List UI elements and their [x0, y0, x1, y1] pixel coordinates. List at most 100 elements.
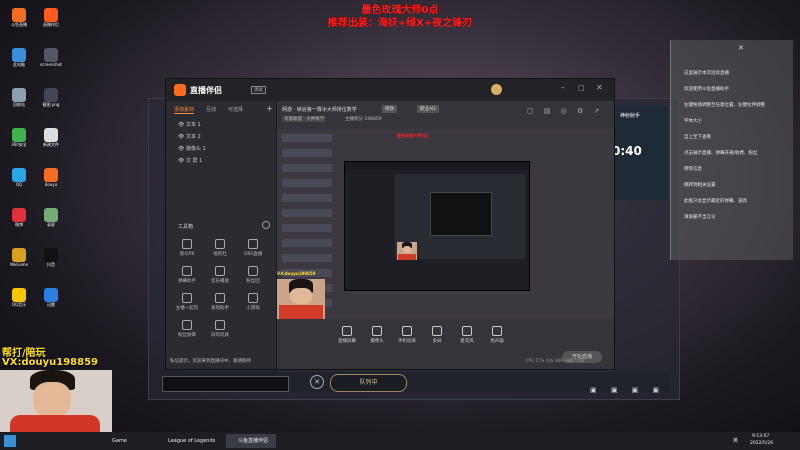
bottom-tool[interactable]: 手机投屏: [392, 326, 422, 344]
desktop-icon-label: 360安全: [11, 142, 27, 147]
version-tag: 测试: [251, 86, 266, 94]
tip-line: 请屏蔽不当言论: [684, 215, 716, 220]
title-bar: 直播伴侣 测试 – □ ✕: [166, 79, 614, 101]
stream-companion-window: 直播伴侣 测试 – □ ✕ 添加素材 互动 可选择 + 👁 文本 1 👁 文本 …: [165, 78, 615, 370]
tip-line: 这里展示本次连续直播: [684, 71, 729, 76]
desktop-icon[interactable]: 新建文件: [34, 128, 68, 147]
bottom-tool-label: 手机投屏: [398, 339, 416, 344]
maximize-icon[interactable]: □: [578, 84, 585, 92]
ime-indicator[interactable]: 英: [733, 437, 738, 444]
queue-cancel-icon[interactable]: ✕: [310, 375, 324, 389]
desktop-icon-label: QQ: [15, 182, 23, 187]
tool-label: OBS直播: [243, 252, 263, 257]
tip-line: 点击展示直播、弹幕开通/收费、粉丝: [684, 151, 758, 156]
bottom-tool[interactable]: 扬声器: [482, 326, 512, 344]
clock-date[interactable]: 2022/5/26: [750, 441, 773, 446]
app-logo-icon: [174, 84, 186, 96]
game-icons[interactable]: ▣ ▣ ▣ ▣: [590, 386, 665, 394]
tool-label: 福利社: [213, 252, 227, 257]
desktop-icon-label: 新建文件: [43, 142, 59, 147]
tool-item[interactable]: 主播一起玩: [172, 293, 202, 311]
tool-item[interactable]: 旧的玩具: [205, 320, 235, 338]
desktop-icon[interactable]: 截图.png: [34, 88, 68, 107]
tab-interact[interactable]: 互动: [206, 106, 216, 113]
camera-overlay: [277, 279, 325, 319]
tool-item[interactable]: 粉丝勋章: [172, 320, 202, 338]
close-icon[interactable]: ✕: [738, 44, 744, 52]
desktop-icon-label: WeGame: [9, 262, 29, 267]
taskbar-item-stream[interactable]: 斗鱼直播伴侣: [226, 434, 277, 448]
tool-icon: [182, 266, 192, 276]
source-camera[interactable]: 👁 摄像头 1: [178, 145, 206, 152]
game-chat-input[interactable]: [162, 376, 289, 392]
source-label: 摄像头 1: [185, 146, 206, 152]
bottom-tool[interactable]: 摄像头: [362, 326, 392, 344]
tool-item[interactable]: 音乐播放: [205, 266, 235, 284]
add-source-icon[interactable]: +: [266, 104, 273, 113]
nested-preview-window: [344, 161, 530, 291]
tool-item[interactable]: 发现助手: [205, 293, 235, 311]
desktop-icon[interactable]: 此电脑: [2, 48, 36, 67]
desktop-icon[interactable]: QQ: [2, 168, 36, 187]
stats-clock: 0:40: [612, 144, 642, 158]
edit-button[interactable]: 修改: [382, 105, 397, 113]
desktop-icon-label: 迅雷: [47, 302, 55, 307]
desktop-icon[interactable]: douyu: [34, 168, 68, 187]
start-icon[interactable]: [4, 435, 16, 447]
tool-icon: [248, 293, 258, 303]
app-icon: [12, 128, 26, 142]
tip-line: 左键拖拽调整至任意位置，左键拉伸调整: [684, 103, 765, 108]
perf-stats: CPU 17% 内存 38% 网络 0.0%: [526, 358, 585, 363]
source-text-1[interactable]: 👁 文本 1: [178, 121, 201, 128]
desktop-icon[interactable]: 回收站: [2, 88, 36, 107]
tool-item[interactable]: 小游戏: [238, 293, 268, 311]
nested-titlebar: [345, 162, 529, 170]
desktop-icon[interactable]: 360安全: [2, 128, 36, 147]
close-window-icon[interactable]: ✕: [596, 83, 603, 92]
bottom-tool-label: 麦克风: [460, 339, 474, 344]
category-tag[interactable]: 职业AD: [417, 105, 439, 113]
bottom-tool[interactable]: 麦克风: [452, 326, 482, 344]
tool-icon: [248, 266, 258, 276]
tab-add-material[interactable]: 添加素材: [174, 106, 195, 114]
desktop-icon[interactable]: 迅雷: [34, 288, 68, 307]
streamer-camera: [0, 370, 112, 432]
desktop-icon[interactable]: screenshot: [34, 48, 68, 67]
tool-label: 发现助手: [211, 306, 229, 311]
tool-label: 观众PK: [179, 252, 195, 257]
nested-camera: [397, 242, 417, 260]
queue-button[interactable]: 队列中: [330, 374, 407, 392]
source-screen[interactable]: 👁 文 屏 1: [178, 157, 202, 164]
desktop-icon[interactable]: QQ音乐: [2, 288, 36, 307]
desktop-icon[interactable]: 抖音: [34, 248, 68, 267]
tool-label: 主播一起玩: [175, 306, 199, 311]
desktop-icon[interactable]: 微博: [2, 208, 36, 227]
tool-item[interactable]: 弹幕助手: [172, 266, 202, 284]
info-line-1: 网游 · 峡谷第一赛冰大师排位数学: [282, 107, 357, 113]
minimize-icon[interactable]: –: [561, 83, 565, 92]
tool-icon: [215, 320, 225, 330]
taskbar-item-lol[interactable]: League of Legends: [158, 434, 215, 448]
bottom-tool[interactable]: 直播屏幕: [332, 326, 362, 344]
taskbar-item-game[interactable]: Game: [112, 434, 127, 448]
app-icon: [44, 248, 58, 262]
desktop-icon-label: QQ音乐: [11, 302, 27, 307]
tool-icon: [215, 266, 225, 276]
desktop-icon[interactable]: 录屏: [34, 208, 68, 227]
toolbar-icons: ▢ ▤ ◎ ⚙ ↗: [527, 107, 604, 115]
tool-item[interactable]: 福利社: [205, 239, 235, 257]
tool-item[interactable]: OBS直播: [238, 239, 268, 257]
clock-time[interactable]: 9:13:07: [752, 434, 769, 439]
tool-label: 旧的玩具: [211, 333, 229, 338]
source-text-2[interactable]: 👁 文本 2: [178, 133, 201, 140]
tool-item[interactable]: 观众PK: [172, 239, 202, 257]
camera-face: [33, 382, 71, 417]
tab-options[interactable]: 可选择: [228, 106, 243, 113]
desktop-icon[interactable]: WeGame: [2, 248, 36, 267]
avatar[interactable]: [491, 84, 502, 95]
bottom-tool[interactable]: 多屏: [422, 326, 452, 344]
main-content: 网游 · 峡谷第一赛冰大师排位数学 修改 职业AD 英雄联盟 · 大神教学 主播…: [277, 101, 614, 369]
tool-item[interactable]: 粉丝团: [238, 266, 268, 284]
bottom-tool-icon: [372, 326, 382, 336]
collapse-icon[interactable]: [262, 221, 270, 229]
